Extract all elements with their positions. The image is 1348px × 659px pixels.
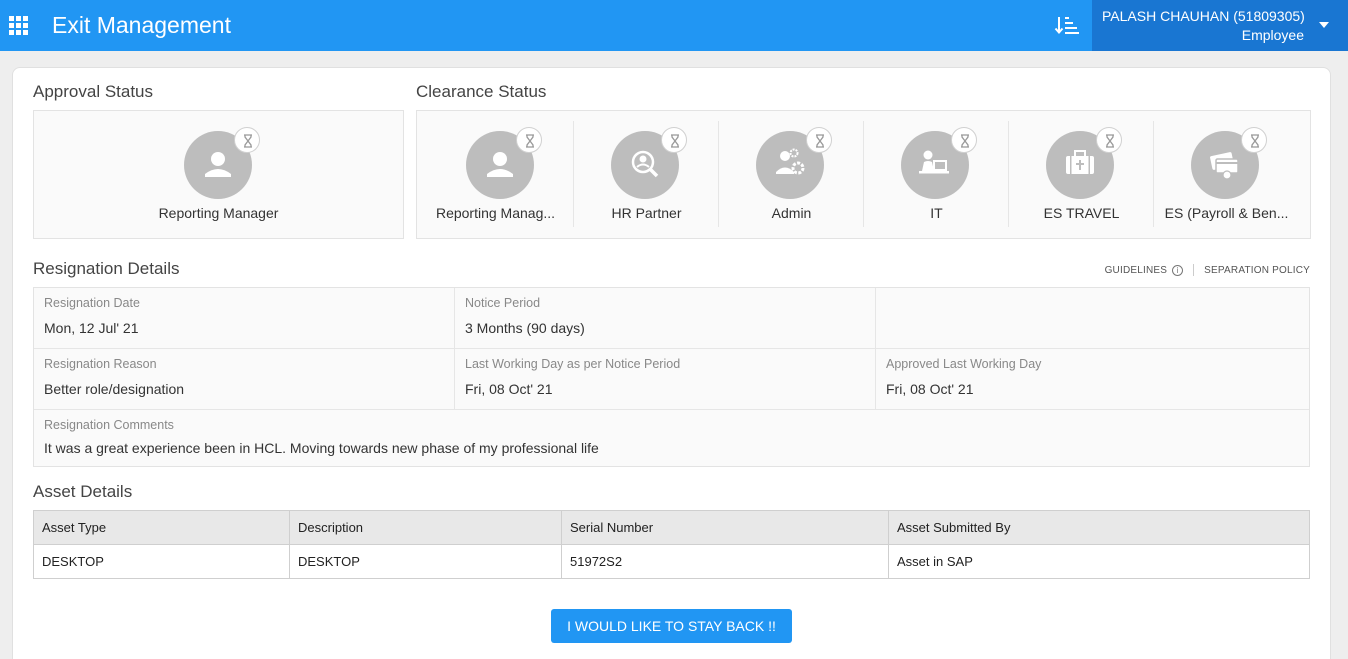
- table-cell: Asset in SAP: [888, 544, 1310, 579]
- field-value: Fri, 08 Oct' 21: [886, 381, 974, 397]
- resignation-comments-cell: Resignation Comments It was a great expe…: [34, 410, 1309, 466]
- table-cell: DESKTOP: [33, 544, 290, 579]
- hourglass-icon: [516, 127, 542, 153]
- asset-table: Asset Type Description Serial Number Ass…: [33, 510, 1310, 579]
- clearance-item-admin[interactable]: Admin: [719, 111, 864, 238]
- resignation-details-grid: Resignation Date Mon, 12 Jul' 21 Notice …: [33, 287, 1310, 467]
- user-menu[interactable]: PALASH CHAUHAN (51809305) Employee: [1092, 0, 1348, 51]
- last-working-day-cell: Last Working Day as per Notice Period Fr…: [455, 349, 876, 410]
- clearance-item-es-travel[interactable]: ES TRAVEL: [1009, 111, 1154, 238]
- divider: [1193, 264, 1195, 276]
- clearance-item-reporting-manager[interactable]: Reporting Manag...: [417, 111, 574, 238]
- stay-back-button[interactable]: I WOULD LIKE TO STAY BACK !!: [551, 609, 792, 643]
- table-cell: DESKTOP: [289, 544, 562, 579]
- field-value: It was a great experience been in HCL. M…: [44, 440, 599, 456]
- user-name: PALASH CHAUHAN (51809305): [1102, 8, 1305, 24]
- clearance-item-label: ES (Payroll & Ben...: [1164, 205, 1289, 221]
- column-header: Serial Number: [561, 510, 889, 545]
- user-role: Employee: [1241, 27, 1304, 43]
- hourglass-icon: [661, 127, 687, 153]
- field-label: Notice Period: [465, 296, 541, 310]
- field-label: Approved Last Working Day: [886, 357, 1042, 371]
- field-label: Resignation Date: [44, 296, 140, 310]
- resignation-date-cell: Resignation Date Mon, 12 Jul' 21: [34, 288, 455, 349]
- resignation-reason-cell: Resignation Reason Better role/designati…: [34, 349, 455, 410]
- clearance-status-box: Reporting Manag... HR Partner Admin IT E…: [416, 110, 1311, 239]
- apps-grid-icon[interactable]: [9, 16, 28, 35]
- resignation-links: GUIDELINES i SEPARATION POLICY: [1105, 264, 1310, 276]
- top-app-bar: Exit Management PALASH CHAUHAN (51809305…: [0, 0, 1348, 51]
- hourglass-icon: [806, 127, 832, 153]
- approval-status-title: Approval Status: [33, 82, 154, 101]
- approval-status-box: Reporting Manager: [33, 110, 404, 239]
- main-card: Approval Status Clearance Status Reporti…: [12, 67, 1331, 659]
- empty-cell: [876, 288, 1309, 349]
- clearance-item-es-payroll[interactable]: ES (Payroll & Ben...: [1154, 111, 1299, 238]
- approval-item-reporting-manager[interactable]: Reporting Manager: [34, 111, 403, 238]
- column-header: Description: [289, 510, 562, 545]
- table-cell: 51972S2: [561, 544, 889, 579]
- guidelines-link[interactable]: GUIDELINES: [1105, 265, 1168, 276]
- clearance-item-label: Reporting Manag...: [435, 205, 556, 221]
- field-value: Better role/designation: [44, 381, 185, 397]
- hourglass-icon: [1241, 127, 1267, 153]
- hourglass-icon: [951, 127, 977, 153]
- approved-last-working-day-cell: Approved Last Working Day Fri, 08 Oct' 2…: [876, 349, 1309, 410]
- resignation-details-title: Resignation Details: [33, 259, 180, 278]
- field-label: Resignation Comments: [44, 418, 174, 432]
- clearance-item-label: HR Partner: [611, 205, 682, 221]
- column-header: Asset Type: [33, 510, 290, 545]
- field-label: Last Working Day as per Notice Period: [465, 357, 681, 371]
- info-icon[interactable]: i: [1172, 264, 1184, 276]
- field-label: Resignation Reason: [44, 357, 157, 371]
- clearance-item-label: ES TRAVEL: [1043, 205, 1120, 221]
- field-value: 3 Months (90 days): [465, 320, 585, 336]
- notice-period-cell: Notice Period 3 Months (90 days): [455, 288, 876, 349]
- column-header: Asset Submitted By: [888, 510, 1310, 545]
- approval-item-label: Reporting Manager: [158, 205, 279, 221]
- separation-policy-link[interactable]: SEPARATION POLICY: [1204, 265, 1310, 276]
- sort-icon[interactable]: [1053, 12, 1081, 38]
- table-header-row: Asset Type Description Serial Number Ass…: [33, 510, 1310, 545]
- clearance-item-hr-partner[interactable]: HR Partner: [574, 111, 719, 238]
- clearance-status-title: Clearance Status: [416, 82, 547, 101]
- clearance-item-it[interactable]: IT: [864, 111, 1009, 238]
- hourglass-icon: [234, 127, 260, 153]
- app-title: Exit Management: [52, 12, 231, 38]
- clearance-item-label: Admin: [771, 205, 812, 221]
- hourglass-icon: [1096, 127, 1122, 153]
- clearance-item-label: IT: [930, 205, 943, 221]
- field-value: Fri, 08 Oct' 21: [465, 381, 553, 397]
- asset-details-title: Asset Details: [33, 482, 133, 501]
- caret-down-icon[interactable]: [1319, 22, 1329, 28]
- field-value: Mon, 12 Jul' 21: [44, 320, 139, 336]
- table-row: DESKTOP DESKTOP 51972S2 Asset in SAP: [33, 544, 1310, 579]
